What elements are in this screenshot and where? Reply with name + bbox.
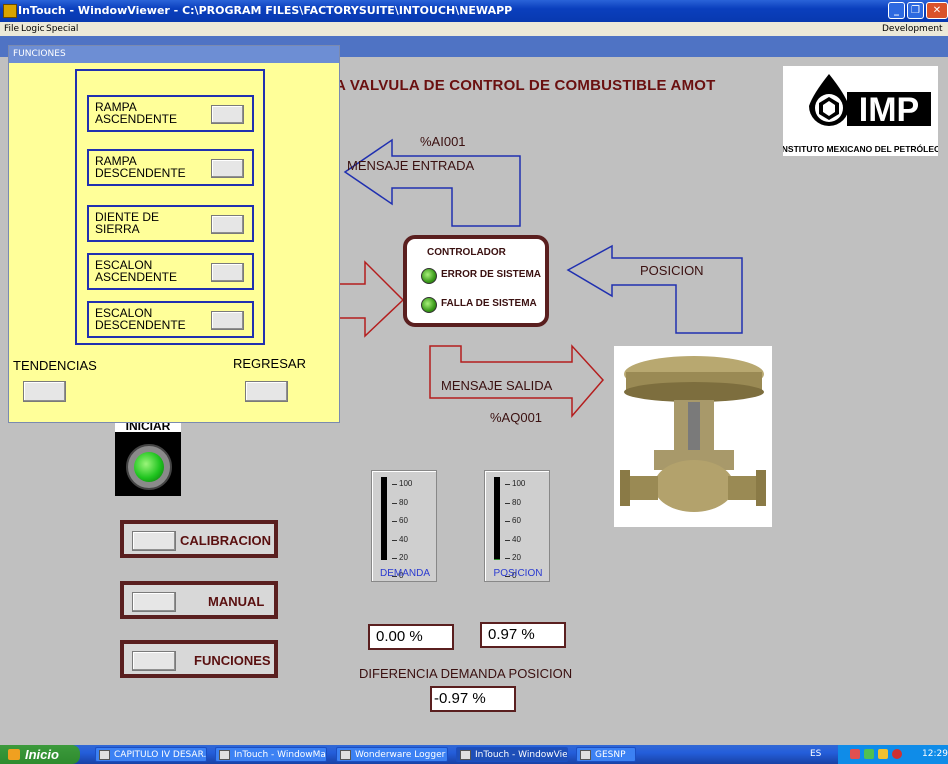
calibracion-key[interactable] [132, 531, 176, 551]
error-lamp-icon [421, 268, 437, 284]
tick-40: 40 [512, 535, 521, 544]
funciones-list: RAMPA ASCENDENTE RAMPA DESCENDENTE DIENTE … [75, 69, 265, 345]
tick-100: 100 [399, 479, 413, 488]
rampa-ascendente-button[interactable]: RAMPA ASCENDENTE [87, 95, 254, 132]
manual-label: MANUAL [208, 594, 265, 609]
posicion-value: 0.97 % [480, 622, 566, 648]
funciones-label: FUNCIONES [194, 653, 271, 668]
regresar-label: REGRESAR [233, 356, 306, 371]
iniciar-button[interactable] [134, 452, 164, 482]
position-label: POSICION [640, 263, 704, 278]
control-arrow [340, 260, 405, 338]
language-indicator[interactable]: ES [810, 745, 821, 764]
position-arrow [566, 244, 743, 334]
fault-label: FALLA DE SISTEMA [441, 298, 537, 309]
tray-icon[interactable] [850, 749, 860, 759]
error-label: ERROR DE SISTEMA [441, 269, 542, 280]
logger-icon [340, 750, 351, 760]
valve-image [614, 346, 772, 527]
msg-input-label: MENSAJE ENTRADA [347, 158, 475, 173]
item-line2: ASCENDENTE [95, 112, 178, 126]
task-label: Wonderware Logger ... [355, 750, 448, 760]
calibracion-button[interactable]: CALIBRACION [120, 520, 278, 558]
rampa-descendente-button[interactable]: RAMPA DESCENDENTE [87, 149, 254, 186]
calibracion-label: CALIBRACION [180, 533, 271, 548]
clock: 12:29 [922, 749, 948, 759]
task-windowmaker[interactable]: InTouch - WindowMa... [215, 747, 327, 762]
demanda-gauge: 100 80 60 40 20 0 DEMANDA [371, 470, 437, 582]
posicion-label: POSICION [493, 568, 543, 579]
funciones-window: FUNCIONES RAMPA ASCENDENTE RAMPA DESCENDEN… [8, 45, 340, 423]
escalon-ascendente-button[interactable]: ESCALON ASCENDENTE [87, 253, 254, 290]
funciones-window-title: FUNCIONES [9, 46, 339, 63]
tick-20: 20 [399, 553, 408, 562]
rampa-ascendente-key[interactable] [211, 105, 244, 124]
diente-sierra-key[interactable] [211, 215, 244, 234]
funciones-button[interactable]: FUNCIONES [120, 640, 278, 678]
posicion-gauge: 100 80 60 40 20 0 POSICION [484, 470, 550, 582]
funciones-key[interactable] [132, 651, 176, 671]
msg-output-label: MENSAJE SALIDA [441, 378, 553, 393]
tag-output: %AQ001 [490, 410, 543, 425]
task-label: InTouch - WindowVie... [475, 750, 568, 760]
posicion-bar [494, 477, 500, 560]
tick-20: 20 [512, 553, 521, 562]
task-windowviewer[interactable]: InTouch - WindowVie... [456, 747, 568, 762]
tick-80: 80 [399, 498, 408, 507]
tag-input: %AI001 [420, 134, 466, 149]
demanda-label: DEMANDA [379, 568, 430, 579]
diff-value: -0.97 % [430, 686, 516, 712]
tray-icon[interactable] [892, 749, 902, 759]
tick-60: 60 [512, 516, 521, 525]
task-logger[interactable]: Wonderware Logger ... [336, 747, 448, 762]
diente-sierra-button[interactable]: DIENTE DE SIERRA [87, 205, 254, 242]
input-arrow [343, 138, 521, 227]
system-tray: 12:29 [838, 745, 948, 764]
word-doc-icon [99, 750, 110, 760]
tendencias-button[interactable] [23, 381, 66, 402]
item-line2: SIERRA [95, 222, 140, 236]
tick-40: 40 [399, 535, 408, 544]
regresar-button[interactable] [245, 381, 288, 402]
tick-60: 60 [399, 516, 408, 525]
controller-panel: CONTROLADOR ERROR DE SISTEMA FALLA DE SI… [403, 235, 549, 327]
intouch-icon [460, 750, 471, 760]
start-label: Inicio [25, 747, 59, 762]
item-line2: ASCENDENTE [95, 270, 178, 284]
tray-icon[interactable] [864, 749, 874, 759]
task-label: CAPITULO IV DESAR... [114, 750, 207, 760]
intouch-icon [219, 750, 230, 760]
task-gesnp[interactable]: GESNP [576, 747, 636, 762]
escalon-descendente-button[interactable]: ESCALON DESCENDENTE [87, 301, 254, 338]
demanda-value: 0.00 % [368, 624, 454, 650]
tick-100: 100 [512, 479, 526, 488]
manual-button[interactable]: MANUAL [120, 581, 278, 619]
controller-title: CONTROLADOR [427, 247, 506, 258]
item-line2: DESCENDENTE [95, 318, 186, 332]
manual-key[interactable] [132, 592, 176, 612]
app-icon [580, 750, 591, 760]
task-label: InTouch - WindowMa... [234, 750, 327, 760]
control-valve-illustration [620, 356, 766, 512]
windows-flag-icon [8, 749, 20, 760]
item-line2: DESCENDENTE [95, 166, 186, 180]
escalon-descendente-key[interactable] [211, 311, 244, 330]
tick-80: 80 [512, 498, 521, 507]
fault-lamp-icon [421, 297, 437, 313]
rampa-descendente-key[interactable] [211, 159, 244, 178]
tendencias-label: TENDENCIAS [13, 358, 97, 373]
task-capitulo[interactable]: CAPITULO IV DESAR... [95, 747, 207, 762]
tray-icon[interactable] [878, 749, 888, 759]
diff-label: DIFERENCIA DEMANDA POSICION [359, 666, 573, 681]
escalon-ascendente-key[interactable] [211, 263, 244, 282]
demanda-bar [381, 477, 387, 560]
start-button[interactable]: Inicio [0, 745, 80, 764]
task-label: GESNP [595, 750, 626, 760]
